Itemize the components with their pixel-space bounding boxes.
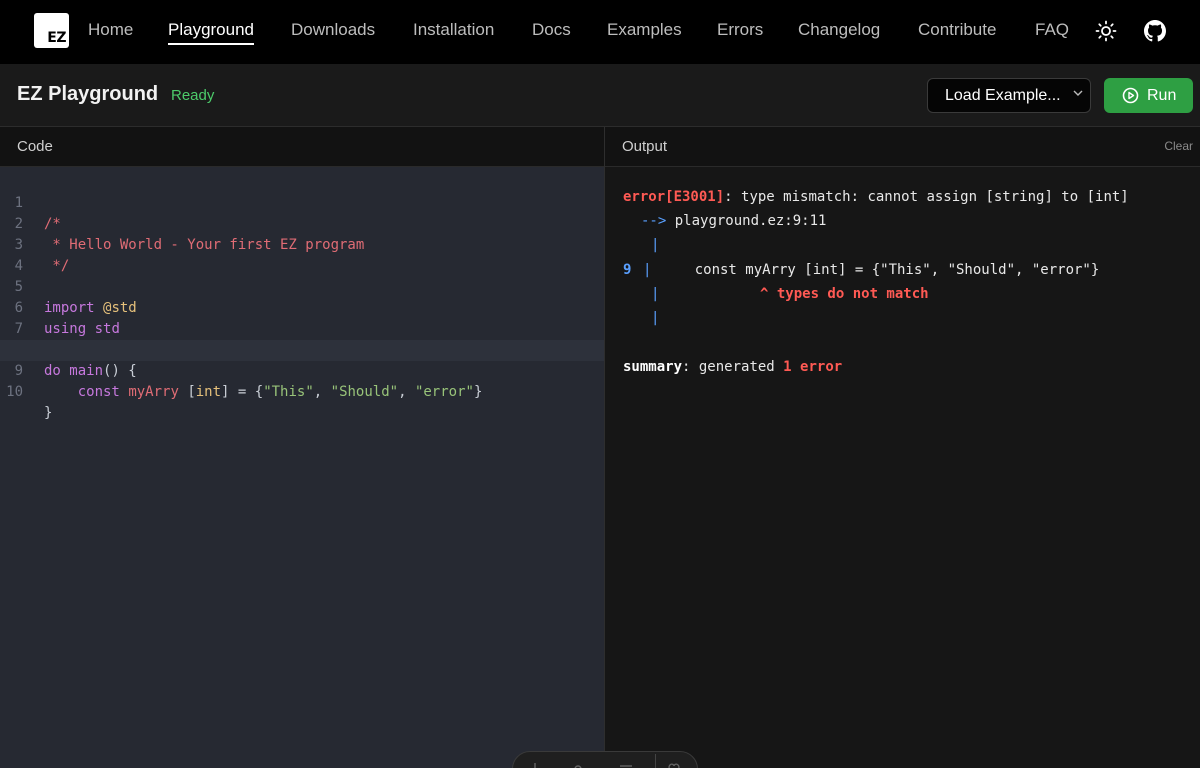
line-number: 10 (6, 384, 23, 400)
sun-icon[interactable] (1095, 20, 1117, 42)
error-message: : type mismatch: cannot assign [string] … (724, 189, 1129, 205)
nav-playground[interactable]: Playground (168, 18, 255, 45)
gutter-bar: | (651, 237, 660, 253)
pointer-icon[interactable] (531, 762, 545, 768)
nav-contribute[interactable]: Contribute (918, 18, 996, 42)
error-header-line: error[E3001]: type mismatch: cannot assi… (623, 187, 1129, 207)
caret-annotation: ^ types do not match (760, 286, 929, 302)
code-line-current: 9 const myArry [int] = {"This", "Should"… (0, 340, 604, 400)
menu-icon[interactable] (619, 762, 633, 768)
clear-button[interactable]: Clear (1164, 139, 1193, 153)
code-line: 6 using std (0, 277, 604, 337)
gutter-bar: | (651, 310, 660, 326)
gear-icon[interactable] (571, 762, 585, 768)
location-arrow: --> (641, 213, 667, 229)
code-line: 8 do main() { (0, 319, 604, 379)
summary-text: : generated (682, 359, 784, 375)
run-button-label: Run (1147, 87, 1177, 104)
code-line: 3 */ (0, 214, 604, 274)
status-badge: Ready (171, 87, 215, 104)
output-pane-title: Output (622, 138, 668, 155)
gutter-bar: | (651, 286, 660, 302)
code-line: 5 import @std (0, 256, 604, 316)
logo-text: EZ (47, 30, 66, 46)
error-location-line: --> playground.ez:9:11 (641, 211, 826, 231)
heart-icon[interactable] (667, 762, 681, 768)
top-navigation: EZ Home Playground Downloads Installatio… (0, 0, 1200, 64)
nav-home[interactable]: Home (88, 18, 133, 42)
nav-faq[interactable]: FAQ (1035, 18, 1069, 42)
code-line: 10 } (0, 361, 604, 421)
error-location: playground.ez:9:11 (666, 213, 827, 229)
nav-docs[interactable]: Docs (532, 18, 571, 42)
error-code: error[E3001] (623, 189, 725, 205)
nav-examples[interactable]: Examples (607, 18, 682, 42)
play-icon (1122, 87, 1139, 104)
summary-line: summary: generated 1 error (623, 357, 842, 377)
floating-toolbar (512, 751, 698, 768)
ez-logo[interactable]: EZ (34, 13, 69, 48)
source-code: const myArry [int] = {"This", "Should", … (661, 262, 1100, 278)
run-button[interactable]: Run (1104, 78, 1193, 113)
code-text: } (44, 405, 53, 421)
github-icon[interactable] (1144, 20, 1166, 42)
code-line: 1 /* (0, 172, 604, 232)
summary-label: summary (623, 359, 683, 375)
chevron-down-icon (1073, 90, 1083, 96)
source-line: 9 | const myArry [int] = {"This", "Should… (623, 260, 1099, 280)
nav-errors[interactable]: Errors (717, 18, 763, 42)
output-pane-header: Output Clear (605, 127, 1200, 167)
summary-count: 1 error (783, 359, 843, 375)
nav-installation[interactable]: Installation (413, 18, 494, 42)
code-text: const myArry [int] = {"This", "Should", … (77, 384, 483, 400)
nav-changelog[interactable]: Changelog (798, 18, 880, 42)
code-line: 4 (0, 235, 604, 274)
load-example-select[interactable]: Load Example... (927, 78, 1091, 113)
code-editor[interactable]: 1 /* 2 * Hello World - Your first EZ pro… (0, 167, 604, 768)
code-pane-header: Code (0, 127, 604, 167)
code-line: 7 (0, 298, 604, 337)
code-pane-title: Code (17, 138, 53, 155)
load-example-label: Load Example... (945, 87, 1061, 104)
gutter-bar: | (643, 262, 652, 278)
output-console: error[E3001]: type mismatch: cannot assi… (605, 167, 1200, 768)
toolbar-separator (655, 754, 656, 768)
source-line-number: 9 (623, 262, 632, 278)
code-line: 2 * Hello World - Your first EZ program (0, 193, 604, 253)
nav-downloads[interactable]: Downloads (291, 18, 375, 42)
page-title: EZ Playground (17, 83, 159, 105)
